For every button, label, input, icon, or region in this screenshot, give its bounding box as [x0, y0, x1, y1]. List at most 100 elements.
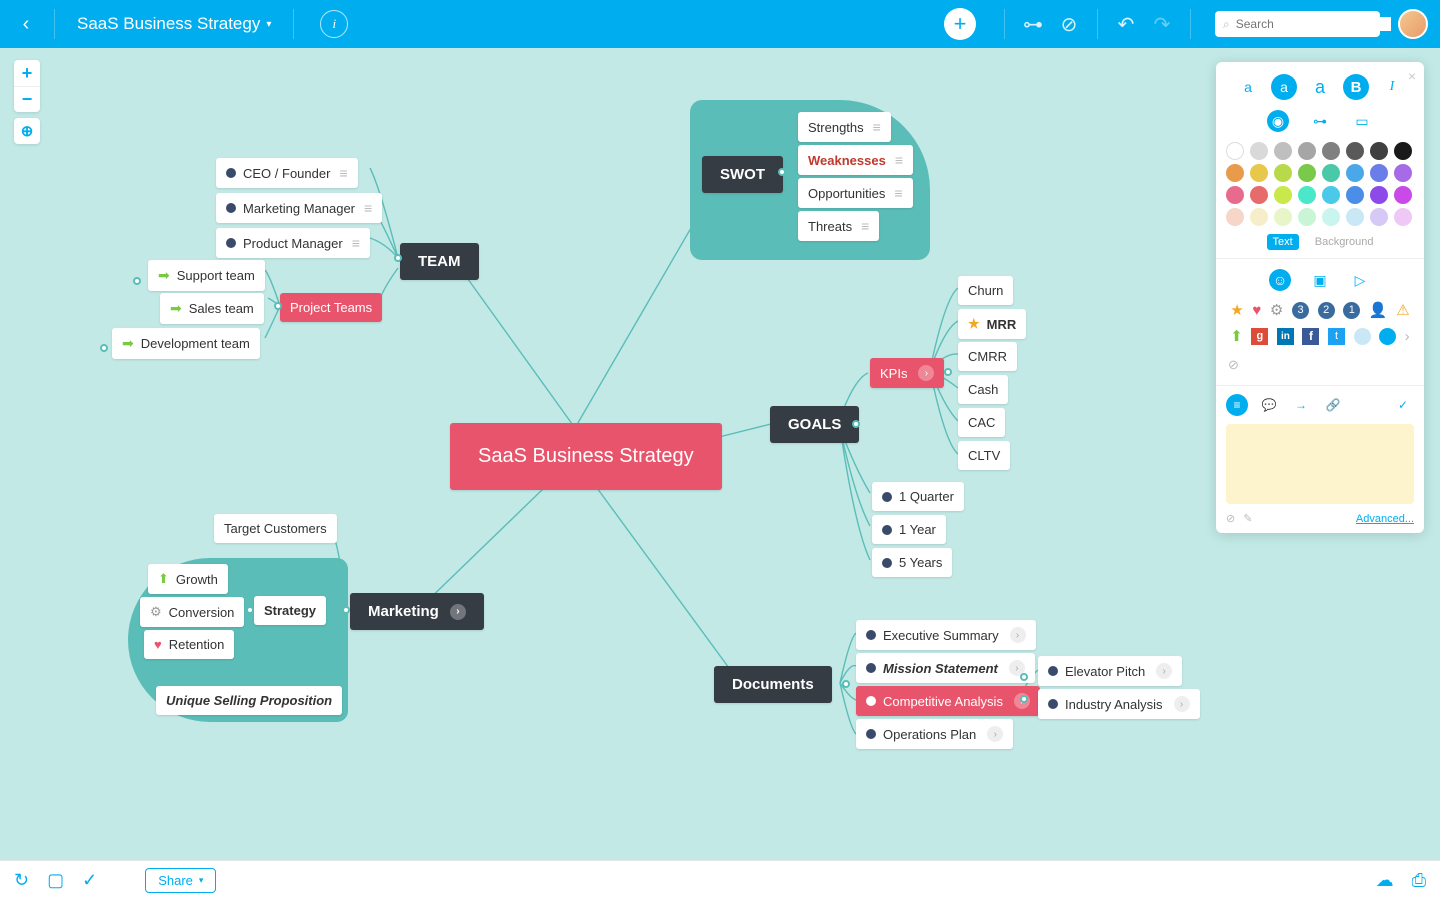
- node-5y[interactable]: 5 Years: [872, 548, 952, 577]
- node-growth[interactable]: ⬆Growth: [148, 564, 228, 594]
- note-tab-link[interactable]: 🔗: [1322, 394, 1344, 416]
- note-tab-list[interactable]: ≡: [1226, 394, 1248, 416]
- sticker-more[interactable]: ›: [1405, 328, 1410, 345]
- sticker-person[interactable]: 👤: [1369, 301, 1388, 319]
- note-tab-comment[interactable]: 💬: [1258, 394, 1280, 416]
- font-size-medium-button[interactable]: a: [1271, 74, 1297, 100]
- color-swatch[interactable]: [1274, 186, 1292, 204]
- color-swatch[interactable]: [1370, 208, 1388, 226]
- menu-icon[interactable]: ≡: [352, 235, 360, 251]
- note-tab-check[interactable]: ✓: [1392, 394, 1414, 416]
- node-cac[interactable]: CAC: [958, 408, 1005, 437]
- menu-icon[interactable]: ≡: [339, 165, 347, 181]
- info-button[interactable]: i: [320, 10, 348, 38]
- sticker-star[interactable]: ★: [1230, 301, 1243, 319]
- history-button[interactable]: ↻: [14, 870, 29, 891]
- sticker-linkedin[interactable]: in: [1277, 328, 1294, 345]
- node-kpis[interactable]: KPIs›: [870, 358, 944, 388]
- node-1y[interactable]: 1 Year: [872, 515, 946, 544]
- menu-icon[interactable]: ≡: [364, 200, 372, 216]
- node-conversion[interactable]: ⚙Conversion: [140, 597, 244, 627]
- node-strategy[interactable]: Strategy: [254, 596, 326, 625]
- add-node-button[interactable]: +: [944, 8, 976, 40]
- central-topic[interactable]: SaaS Business Strategy: [450, 423, 722, 490]
- back-button[interactable]: ‹: [12, 10, 40, 38]
- sticker-3[interactable]: 3: [1292, 302, 1309, 319]
- cloud-download-button[interactable]: ☁: [1376, 870, 1394, 891]
- node-weaknesses[interactable]: Weaknesses≡: [798, 145, 913, 175]
- node-usp[interactable]: Unique Selling Proposition: [156, 686, 342, 715]
- sticker-dot-blue[interactable]: [1379, 328, 1396, 345]
- color-swatch[interactable]: [1370, 186, 1388, 204]
- footer-edit-icon[interactable]: ✎: [1243, 512, 1252, 525]
- branch-marketing[interactable]: Marketing›: [350, 593, 484, 630]
- color-swatch[interactable]: [1250, 164, 1268, 182]
- node-strengths[interactable]: Strengths≡: [798, 112, 891, 142]
- tab-background[interactable]: Background: [1315, 236, 1374, 248]
- color-swatch[interactable]: [1226, 142, 1244, 160]
- node-dev-team[interactable]: ➡Development team: [112, 328, 260, 359]
- fill-tool-button[interactable]: ◉: [1267, 110, 1289, 132]
- note-textarea[interactable]: [1226, 424, 1414, 504]
- sticker-facebook[interactable]: f: [1302, 328, 1319, 345]
- node-threats[interactable]: Threats≡: [798, 211, 879, 241]
- deny-icon[interactable]: ⊘: [1055, 10, 1083, 38]
- node-project-teams[interactable]: Project Teams: [280, 293, 382, 322]
- node-elevator[interactable]: Elevator Pitch›: [1038, 656, 1182, 686]
- sticker-warning[interactable]: ⚠: [1396, 301, 1409, 319]
- node-mrr[interactable]: ★MRR: [958, 309, 1026, 339]
- color-swatch[interactable]: [1226, 208, 1244, 226]
- color-swatch[interactable]: [1346, 164, 1364, 182]
- color-swatch[interactable]: [1346, 186, 1364, 204]
- user-avatar[interactable]: [1398, 9, 1428, 39]
- node-exec-summary[interactable]: Executive Summary›: [856, 620, 1036, 650]
- node-ops-plan[interactable]: Operations Plan›: [856, 719, 1013, 749]
- node-cash[interactable]: Cash: [958, 375, 1008, 404]
- font-size-large-button[interactable]: a: [1307, 74, 1333, 100]
- sticker-1[interactable]: 1: [1343, 302, 1360, 319]
- node-competitive[interactable]: Competitive Analysis›: [856, 686, 1040, 716]
- check-button[interactable]: ✓: [82, 870, 97, 891]
- present-button[interactable]: ▢: [47, 870, 64, 891]
- node-marketing-mgr[interactable]: Marketing Manager≡: [216, 193, 382, 223]
- node-product-mgr[interactable]: Product Manager≡: [216, 228, 370, 258]
- font-size-small-button[interactable]: a: [1235, 74, 1261, 100]
- color-swatch[interactable]: [1298, 164, 1316, 182]
- branch-goals[interactable]: GOALS: [770, 406, 859, 443]
- color-swatch[interactable]: [1226, 164, 1244, 182]
- node-retention[interactable]: ♥Retention: [144, 630, 234, 659]
- menu-icon[interactable]: ≡: [873, 119, 881, 135]
- color-swatch[interactable]: [1298, 186, 1316, 204]
- color-swatch[interactable]: [1250, 142, 1268, 160]
- sticker-2[interactable]: 2: [1318, 302, 1335, 319]
- node-sales-team[interactable]: ➡Sales team: [160, 293, 264, 324]
- footer-deny-icon[interactable]: ⊘: [1226, 512, 1235, 525]
- image-button[interactable]: ▣: [1309, 269, 1331, 291]
- color-swatch[interactable]: [1226, 186, 1244, 204]
- sticker-gplus[interactable]: g: [1251, 328, 1268, 345]
- shape-tool-button[interactable]: ▭: [1351, 110, 1373, 132]
- color-swatch[interactable]: [1370, 142, 1388, 160]
- color-swatch[interactable]: [1274, 208, 1292, 226]
- sticker-heart[interactable]: ♥: [1252, 302, 1261, 319]
- color-swatch[interactable]: [1274, 142, 1292, 160]
- undo-button[interactable]: ↶: [1112, 10, 1140, 38]
- menu-icon[interactable]: ≡: [861, 218, 869, 234]
- note-tab-arrow[interactable]: →: [1290, 394, 1312, 416]
- sticker-none[interactable]: ⊘: [1228, 357, 1239, 372]
- advanced-link[interactable]: Advanced...: [1356, 513, 1414, 525]
- node-industry[interactable]: Industry Analysis›: [1038, 689, 1200, 719]
- branch-documents[interactable]: Documents: [714, 666, 832, 703]
- share-button[interactable]: Share ▾: [145, 868, 216, 893]
- redo-button[interactable]: ↷: [1148, 10, 1176, 38]
- color-swatch[interactable]: [1394, 186, 1412, 204]
- tab-text[interactable]: Text: [1267, 234, 1299, 250]
- color-swatch[interactable]: [1394, 164, 1412, 182]
- color-swatch[interactable]: [1250, 208, 1268, 226]
- node-support-team[interactable]: ➡Support team: [148, 260, 265, 291]
- node-1q[interactable]: 1 Quarter: [872, 482, 964, 511]
- color-swatch[interactable]: [1322, 186, 1340, 204]
- color-swatch[interactable]: [1250, 186, 1268, 204]
- sticker-up[interactable]: ⬆: [1230, 327, 1243, 345]
- color-swatch[interactable]: [1394, 208, 1412, 226]
